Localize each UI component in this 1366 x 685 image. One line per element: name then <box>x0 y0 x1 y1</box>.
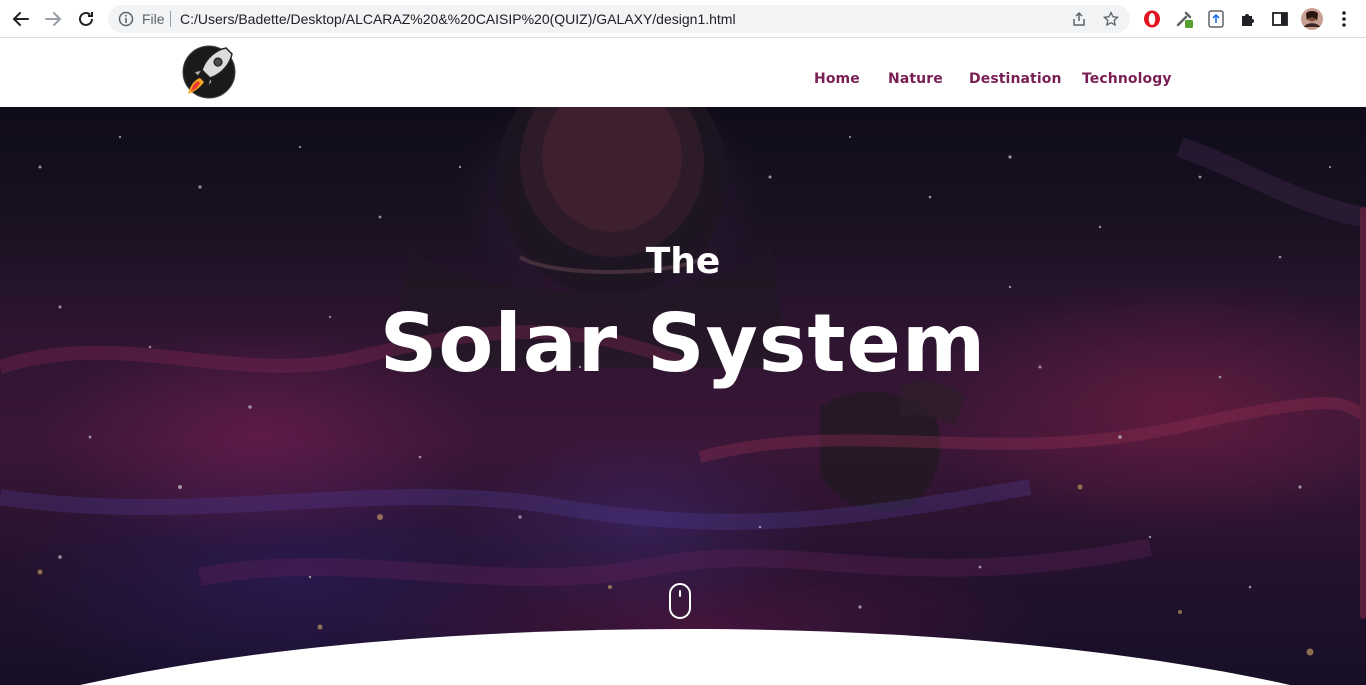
hero-banner: The Solar System <box>0 107 1366 685</box>
nav-nature[interactable]: Nature <box>888 71 943 87</box>
reload-icon[interactable] <box>74 7 98 31</box>
address-bar[interactable]: File C:/Users/Badette/Desktop/ALCARAZ%20… <box>108 5 1130 33</box>
nav-destination[interactable]: Destination <box>969 71 1062 87</box>
url-text[interactable]: C:/Users/Badette/Desktop/ALCARAZ%20&%20C… <box>180 11 736 27</box>
separator <box>170 11 171 27</box>
file-label: File <box>142 11 165 27</box>
share-icon[interactable] <box>1071 11 1087 31</box>
puzzle-icon[interactable] <box>1237 8 1259 30</box>
nav-home[interactable]: Home <box>814 71 860 87</box>
eyedropper-icon[interactable] <box>1173 8 1195 30</box>
back-icon[interactable] <box>9 7 33 31</box>
more-icon[interactable] <box>1333 8 1355 30</box>
profile-avatar[interactable] <box>1301 8 1323 30</box>
nav-technology[interactable]: Technology <box>1082 71 1172 87</box>
star-icon[interactable] <box>1102 10 1120 31</box>
upload-icon[interactable] <box>1205 8 1227 30</box>
rocket-icon[interactable] <box>180 42 238 102</box>
browser-toolbar: File C:/Users/Badette/Desktop/ALCARAZ%20… <box>0 0 1366 38</box>
hero-bottom-curve <box>80 629 1290 685</box>
forward-icon[interactable] <box>41 7 65 31</box>
opera-icon[interactable] <box>1141 8 1163 30</box>
info-icon[interactable] <box>118 11 134 31</box>
sidepanel-icon[interactable] <box>1269 8 1291 30</box>
site-header: Home Nature Destination Technology <box>0 38 1366 107</box>
